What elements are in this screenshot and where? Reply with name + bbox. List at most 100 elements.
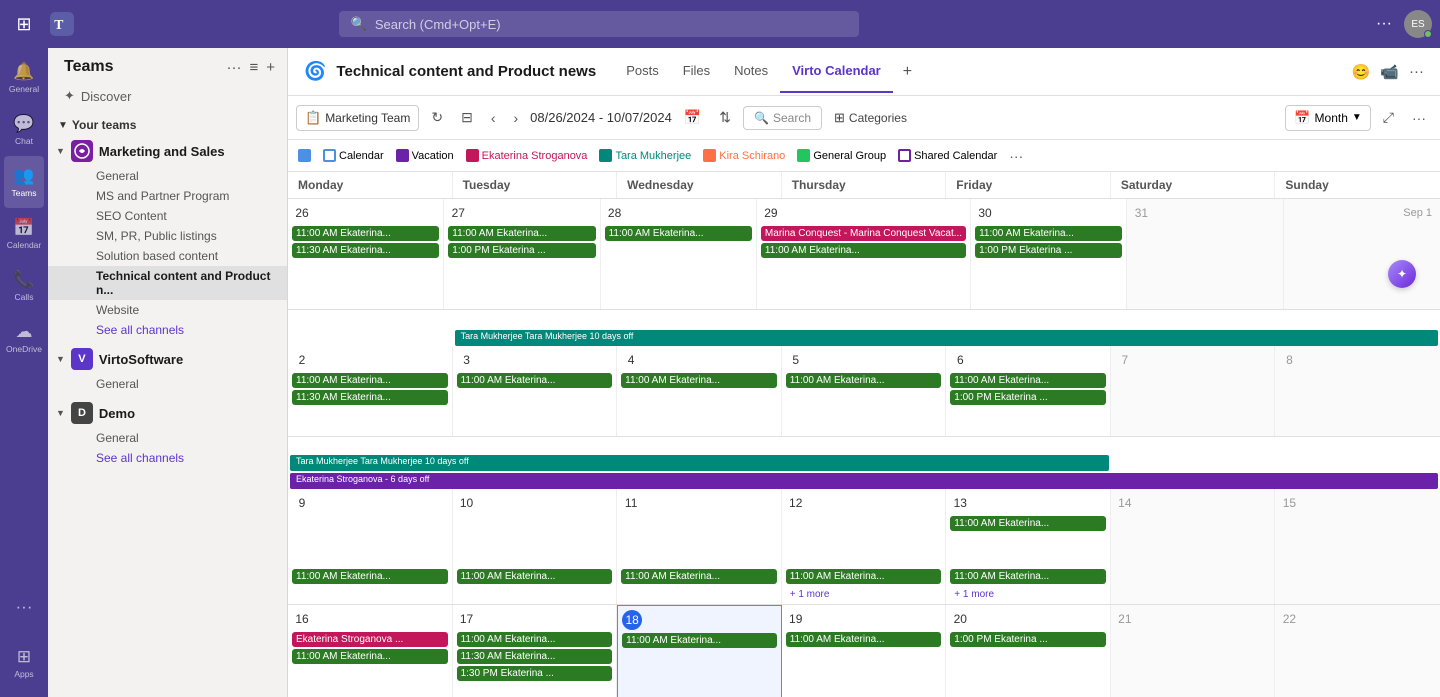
cal-cell-aug29[interactable]: 29 Marina Conquest - Marina Conquest Vac… bbox=[757, 199, 971, 309]
cal-cell-sep19[interactable]: 19 11:00 AM Ekaterina... bbox=[782, 605, 947, 697]
event[interactable]: 11:00 AM Ekaterina... bbox=[786, 373, 942, 388]
calendar-search[interactable]: 🔍 Search bbox=[743, 106, 822, 130]
more-options-btn[interactable]: ··· bbox=[1376, 15, 1392, 33]
date-picker-btn[interactable]: 📅 bbox=[678, 105, 707, 130]
cal-cell-sep4[interactable]: 4 11:00 AM Ekaterina... bbox=[617, 346, 782, 436]
cal-cell-sep16[interactable]: 16 Ekaterina Stroganova ... 11:00 AM Eka… bbox=[288, 605, 453, 697]
channel-general-marketing[interactable]: General bbox=[48, 166, 287, 186]
cal-cell-aug30[interactable]: 30 11:00 AM Ekaterina... 1:00 PM Ekateri… bbox=[971, 199, 1127, 309]
discover-item[interactable]: ✦ Discover bbox=[48, 82, 287, 110]
team-row-virto[interactable]: ▼ V VirtoSoftware bbox=[48, 344, 287, 374]
see-all-demo[interactable]: See all channels bbox=[48, 448, 287, 468]
event[interactable]: 11:00 AM Ekaterina... bbox=[448, 226, 595, 241]
legend-tara-item[interactable]: Tara Mukherjee bbox=[599, 149, 691, 162]
legend-shared-item[interactable]: Shared Calendar bbox=[898, 149, 997, 162]
event[interactable]: 11:00 AM Ekaterina... bbox=[950, 373, 1106, 388]
sidebar-add-btn[interactable]: + bbox=[266, 59, 275, 76]
teams-nav-item[interactable]: 👥 Teams bbox=[4, 156, 44, 208]
see-all-marketing[interactable]: See all channels bbox=[48, 320, 287, 340]
channel-general-demo[interactable]: General bbox=[48, 428, 287, 448]
team-row-marketing[interactable]: ▼ Marketing and Sales bbox=[48, 136, 287, 166]
event[interactable]: 11:00 AM Ekaterina... bbox=[292, 373, 448, 388]
channel-ms-partner[interactable]: MS and Partner Program bbox=[48, 186, 287, 206]
event[interactable]: 11:00 AM Ekaterina... bbox=[786, 632, 942, 647]
channel-more-btn[interactable]: ··· bbox=[1409, 63, 1424, 80]
span-event-tara-w3[interactable]: Tara Mukherjee Tara Mukherjee 10 days of… bbox=[290, 455, 1109, 471]
more-link-2[interactable]: + 1 more bbox=[950, 588, 998, 601]
channel-website[interactable]: Website bbox=[48, 300, 287, 320]
event[interactable]: 11:00 AM Ekaterina... bbox=[621, 373, 777, 388]
cal-cell-sep6[interactable]: 6 11:00 AM Ekaterina... 1:00 PM Ekaterin… bbox=[946, 346, 1111, 436]
categories-btn[interactable]: ⊞ Categories bbox=[828, 106, 913, 130]
next-btn[interactable]: › bbox=[507, 106, 524, 130]
legend-ekaterina-item[interactable]: Ekaterina Stroganova bbox=[466, 149, 588, 162]
grid-icon[interactable]: ⊞ bbox=[8, 14, 40, 35]
view-select-btn[interactable]: 📅 Month ▼ bbox=[1285, 105, 1370, 131]
refresh-btn[interactable]: ↻ bbox=[425, 105, 449, 130]
event[interactable]: 11:00 AM Ekaterina... bbox=[975, 226, 1122, 241]
calendar-nav-item[interactable]: 📅 Calendar bbox=[4, 208, 44, 260]
legend-kira-item[interactable]: Kira Schirano bbox=[703, 149, 785, 162]
event[interactable]: 11:00 AM Ekaterina... bbox=[950, 569, 1106, 584]
event[interactable]: 11:00 AM Ekaterina... bbox=[292, 226, 439, 241]
sidebar-more-btn[interactable]: ··· bbox=[226, 59, 241, 76]
collapse-teams-arrow[interactable]: ▼ bbox=[58, 120, 68, 131]
event[interactable]: 11:00 AM Ekaterina... bbox=[605, 226, 752, 241]
event[interactable]: 11:30 AM Ekaterina... bbox=[292, 390, 448, 405]
cal-cell-sep12[interactable]: 12 bbox=[782, 489, 947, 569]
channel-meet-btn[interactable]: 😊 bbox=[1352, 63, 1371, 81]
cal-cell-sep22[interactable]: 22 bbox=[1275, 605, 1440, 697]
calls-nav-item[interactable]: 📞 Calls bbox=[4, 260, 44, 312]
cal-cell-sep5[interactable]: 5 11:00 AM Ekaterina... bbox=[782, 346, 947, 436]
legend-selected-item[interactable] bbox=[298, 149, 311, 162]
event[interactable]: 11:00 AM Ekaterina... bbox=[786, 569, 942, 584]
tab-notes[interactable]: Notes bbox=[722, 51, 780, 93]
cal-cell-aug31[interactable]: 31 bbox=[1127, 199, 1283, 309]
legend-more-btn[interactable]: ··· bbox=[1009, 148, 1023, 164]
event[interactable]: 1:00 PM Ekaterina ... bbox=[950, 390, 1106, 405]
event[interactable]: 1:00 PM Ekaterina ... bbox=[950, 632, 1106, 647]
event[interactable]: 11:00 AM Ekaterina... bbox=[622, 633, 777, 648]
team-collapse-arrow[interactable]: ▼ bbox=[56, 146, 65, 156]
span-event-tara-w2[interactable]: Tara Mukherjee Tara Mukherjee 10 days of… bbox=[455, 330, 1438, 346]
cal-cell-sep20[interactable]: 20 1:00 PM Ekaterina ... bbox=[946, 605, 1111, 697]
cal-cell-sep9[interactable]: 9 bbox=[288, 489, 453, 569]
tab-virto-calendar[interactable]: Virto Calendar bbox=[780, 51, 893, 93]
cal-cell-aug26[interactable]: 26 11:00 AM Ekaterina... 11:30 AM Ekater… bbox=[288, 199, 444, 309]
event[interactable]: 1:00 PM Ekaterina ... bbox=[448, 243, 595, 258]
cal-cell-sep10[interactable]: 10 bbox=[453, 489, 618, 569]
cal-cell-sep14[interactable]: 14 bbox=[1111, 489, 1276, 569]
team-select-btn[interactable]: 📋 Marketing Team bbox=[296, 105, 419, 131]
search-bar[interactable]: 🔍 Search (Cmd+Opt+E) bbox=[339, 11, 859, 37]
channel-general-virto[interactable]: General bbox=[48, 374, 287, 394]
team-collapse-arrow-v[interactable]: ▼ bbox=[56, 354, 65, 364]
apps-nav-item[interactable]: ⊞ Apps bbox=[4, 637, 44, 689]
event-pink[interactable]: Ekaterina Stroganova ... bbox=[292, 632, 448, 647]
channel-video-btn[interactable]: 📹 bbox=[1380, 63, 1399, 81]
cal-cell-sep21[interactable]: 21 bbox=[1111, 605, 1276, 697]
sort-btn[interactable]: ⇅ bbox=[713, 105, 737, 130]
event[interactable]: 1:30 PM Ekaterina ... bbox=[457, 666, 613, 681]
tab-add-btn[interactable]: + bbox=[893, 51, 922, 93]
cal-cell-sep8[interactable]: 8 bbox=[1275, 346, 1440, 436]
cal-cell-aug27[interactable]: 27 11:00 AM Ekaterina... 1:00 PM Ekateri… bbox=[444, 199, 600, 309]
grid-view-btn[interactable]: ⊟ bbox=[455, 105, 479, 130]
cal-cell-sep7[interactable]: 7 bbox=[1111, 346, 1276, 436]
event[interactable]: 11:00 AM Ekaterina... bbox=[457, 373, 613, 388]
event[interactable]: 11:00 AM Ekaterina... bbox=[950, 516, 1106, 531]
channel-technical[interactable]: Technical content and Product n... bbox=[48, 266, 287, 300]
tab-files[interactable]: Files bbox=[671, 51, 722, 93]
cal-cell-aug28[interactable]: 28 11:00 AM Ekaterina... bbox=[601, 199, 757, 309]
sidebar-filter-btn[interactable]: ≡ bbox=[249, 59, 258, 76]
cal-cell-sep11[interactable]: 11 bbox=[617, 489, 782, 569]
cal-cell-sep18[interactable]: 18 11:00 AM Ekaterina... bbox=[617, 605, 782, 697]
channel-sm-pr[interactable]: SM, PR, Public listings bbox=[48, 226, 287, 246]
user-avatar[interactable]: ES bbox=[1404, 10, 1432, 38]
team-collapse-arrow-d[interactable]: ▼ bbox=[56, 408, 65, 418]
event[interactable]: 11:00 AM Ekaterina... bbox=[457, 569, 613, 584]
tab-posts[interactable]: Posts bbox=[614, 51, 671, 93]
cal-more-btn[interactable]: ··· bbox=[1406, 106, 1432, 130]
more-apps-nav-item[interactable]: ··· bbox=[4, 581, 44, 633]
activity-nav-item[interactable]: 🔔 General bbox=[4, 52, 44, 104]
virto-ai-badge[interactable]: ✦ bbox=[1388, 260, 1416, 288]
